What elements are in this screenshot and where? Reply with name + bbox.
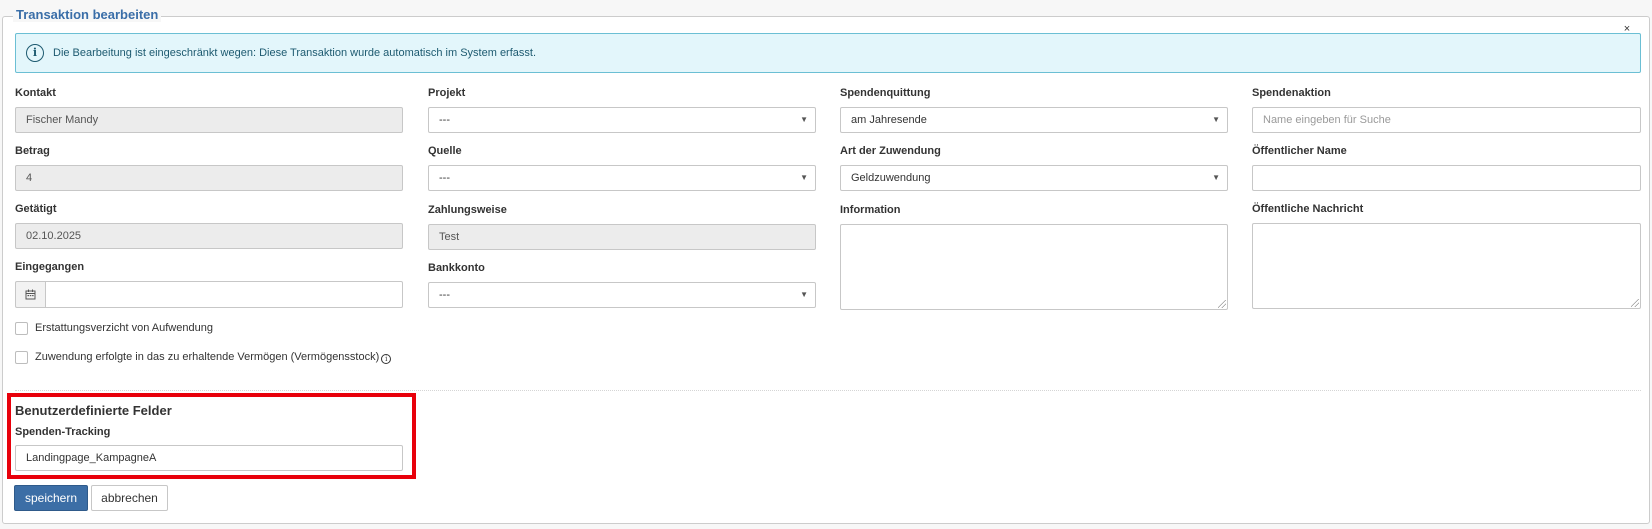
oeffentlicher-name-input[interactable]: [1252, 165, 1641, 191]
spendenquittung-select[interactable]: am Jahresende ▼: [840, 107, 1228, 133]
resize-grip-icon[interactable]: [1218, 300, 1226, 308]
quelle-value: ---: [439, 172, 450, 184]
quelle-label: Quelle: [428, 145, 462, 157]
resize-grip-icon[interactable]: [1631, 299, 1639, 307]
zahlungsweise-label: Zahlungsweise: [428, 204, 507, 216]
calendar-icon[interactable]: [15, 281, 46, 308]
projekt-select[interactable]: --- ▼: [428, 107, 816, 133]
custom-fields-title: Benutzerdefinierte Felder: [15, 403, 172, 418]
restriction-alert: i Die Bearbeitung ist eingeschränkt wege…: [15, 33, 1641, 73]
info-icon[interactable]: i: [381, 354, 392, 364]
eingegangen-date-input[interactable]: [45, 281, 403, 308]
spendenaktion-placeholder: Name eingeben für Suche: [1263, 114, 1391, 126]
getaetigt-label: Getätigt: [15, 203, 57, 215]
cancel-button[interactable]: abbrechen: [91, 485, 168, 511]
art-der-zuwendung-value: Geldzuwendung: [851, 172, 931, 184]
save-button[interactable]: speichern: [14, 485, 88, 511]
kontakt-label: Kontakt: [15, 87, 56, 99]
erstattungsverzicht-checkbox[interactable]: [15, 322, 28, 335]
art-der-zuwendung-select[interactable]: Geldzuwendung ▼: [840, 165, 1228, 191]
vermoegensstock-label-wrap: Zuwendung erfolgte in das zu erhaltende …: [35, 351, 392, 364]
art-der-zuwendung-label: Art der Zuwendung: [840, 145, 941, 157]
betrag-label: Betrag: [15, 145, 50, 157]
oeffentlicher-name-label: Öffentlicher Name: [1252, 145, 1347, 157]
alert-text: Die Bearbeitung ist eingeschränkt wegen:…: [53, 47, 537, 59]
spenden-tracking-input[interactable]: Landingpage_KampagneA: [15, 445, 403, 471]
bankkonto-value: ---: [439, 289, 450, 301]
quelle-select[interactable]: --- ▼: [428, 165, 816, 191]
projekt-value: ---: [439, 114, 450, 126]
vermoegensstock-label: Zuwendung erfolgte in das zu erhaltende …: [35, 351, 380, 363]
spendenquittung-label: Spendenquittung: [840, 87, 931, 99]
spendenquittung-value: am Jahresende: [851, 114, 927, 126]
vermoegensstock-checkbox[interactable]: [15, 351, 28, 364]
oeffentliche-nachricht-textarea[interactable]: [1252, 223, 1641, 309]
kontakt-field: Fischer Mandy: [15, 107, 403, 133]
chevron-down-icon: ▼: [1212, 173, 1220, 182]
chevron-down-icon: ▼: [1212, 115, 1220, 124]
chevron-down-icon: ▼: [800, 115, 808, 124]
chevron-down-icon: ▼: [800, 290, 808, 299]
betrag-field: 4: [15, 165, 403, 191]
chevron-down-icon: ▼: [800, 173, 808, 182]
form-title: Transaktion bearbeiten: [13, 7, 162, 22]
spendenaktion-label: Spendenaktion: [1252, 87, 1331, 99]
section-divider: [15, 390, 1641, 391]
projekt-label: Projekt: [428, 87, 466, 99]
eingegangen-label: Eingegangen: [15, 261, 85, 273]
eingegangen-date-group: [15, 281, 403, 308]
getaetigt-field: 02.10.2025: [15, 223, 403, 249]
zahlungsweise-field: Test: [428, 224, 816, 250]
oeffentliche-nachricht-label: Öffentliche Nachricht: [1252, 203, 1364, 215]
bankkonto-label: Bankkonto: [428, 262, 485, 274]
information-label: Information: [840, 204, 901, 216]
info-circle-icon: i: [26, 44, 44, 62]
bankkonto-select[interactable]: --- ▼: [428, 282, 816, 308]
spendenaktion-search-input[interactable]: Name eingeben für Suche: [1252, 107, 1641, 133]
erstattungsverzicht-label: Erstattungsverzicht von Aufwendung: [35, 322, 213, 334]
spenden-tracking-label: Spenden-Tracking: [15, 426, 111, 438]
information-textarea[interactable]: [840, 224, 1228, 310]
